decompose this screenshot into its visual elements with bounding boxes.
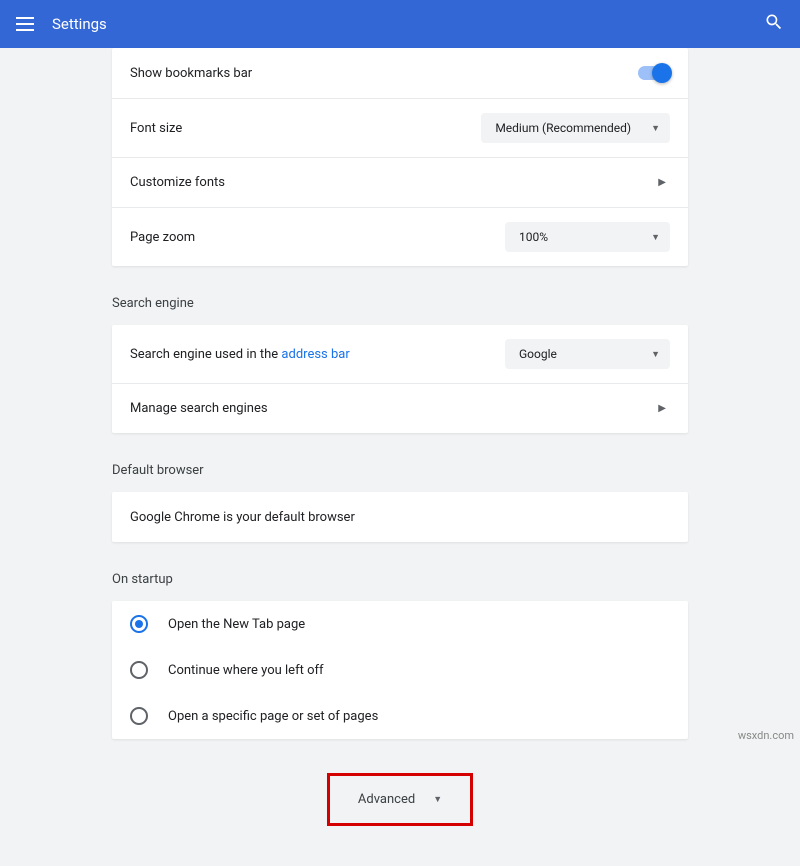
radio-icon[interactable] xyxy=(130,707,148,725)
default-browser-card: Google Chrome is your default browser xyxy=(112,492,688,542)
startup-opt2-label: Continue where you left off xyxy=(168,663,324,678)
startup-opt1-label: Open the New Tab page xyxy=(168,617,305,632)
font-size-value: Medium (Recommended) xyxy=(495,121,631,135)
startup-title: On startup xyxy=(112,572,688,587)
search-engine-card: Search engine used in the address bar Go… xyxy=(112,325,688,433)
startup-card: Open the New Tab page Continue where you… xyxy=(112,601,688,739)
advanced-container: Advanced ▼ xyxy=(112,773,688,826)
menu-icon[interactable] xyxy=(16,17,34,31)
search-icon[interactable] xyxy=(764,12,784,36)
startup-option-specific[interactable]: Open a specific page or set of pages xyxy=(112,693,688,739)
font-size-label: Font size xyxy=(130,121,182,136)
chevron-down-icon: ▼ xyxy=(651,232,660,243)
advanced-button[interactable]: Advanced ▼ xyxy=(327,773,473,826)
default-browser-title: Default browser xyxy=(112,463,688,478)
chevron-down-icon: ▼ xyxy=(651,349,660,360)
startup-option-newtab[interactable]: Open the New Tab page xyxy=(112,601,688,647)
page-zoom-label: Page zoom xyxy=(130,230,195,245)
customize-fonts-row[interactable]: Customize fonts ▶ xyxy=(112,157,688,207)
search-engine-row: Search engine used in the address bar Go… xyxy=(112,325,688,383)
page-zoom-row: Page zoom 100% ▼ xyxy=(112,207,688,266)
advanced-label: Advanced xyxy=(358,792,415,807)
page-zoom-value: 100% xyxy=(519,230,548,244)
search-engine-label: Search engine used in the address bar xyxy=(130,347,350,362)
address-bar-link[interactable]: address bar xyxy=(281,347,349,362)
chevron-down-icon: ▼ xyxy=(651,123,660,134)
radio-icon[interactable] xyxy=(130,661,148,679)
watermark: wsxdn.com xyxy=(738,729,794,742)
search-engine-title: Search engine xyxy=(112,296,688,311)
font-size-dropdown[interactable]: Medium (Recommended) ▼ xyxy=(481,113,670,143)
default-browser-row: Google Chrome is your default browser xyxy=(112,492,688,542)
default-browser-message: Google Chrome is your default browser xyxy=(130,510,355,525)
customize-fonts-label: Customize fonts xyxy=(130,175,225,190)
page-title: Settings xyxy=(52,15,107,33)
bookmarks-toggle[interactable] xyxy=(638,66,670,80)
chevron-right-icon: ▶ xyxy=(658,177,670,188)
chevron-down-icon: ▼ xyxy=(433,794,442,805)
header-left: Settings xyxy=(16,15,107,33)
manage-search-engines-row[interactable]: Manage search engines ▶ xyxy=(112,383,688,433)
app-header: Settings xyxy=(0,0,800,48)
radio-icon[interactable] xyxy=(130,615,148,633)
appearance-card: Show bookmarks bar Font size Medium (Rec… xyxy=(112,48,688,266)
startup-opt3-label: Open a specific page or set of pages xyxy=(168,709,378,724)
search-engine-dropdown[interactable]: Google ▼ xyxy=(505,339,670,369)
bookmarks-label: Show bookmarks bar xyxy=(130,66,252,81)
bookmarks-row: Show bookmarks bar xyxy=(112,48,688,98)
search-engine-value: Google xyxy=(519,347,557,361)
manage-search-engines-label: Manage search engines xyxy=(130,401,268,416)
font-size-row: Font size Medium (Recommended) ▼ xyxy=(112,98,688,157)
startup-option-continue[interactable]: Continue where you left off xyxy=(112,647,688,693)
chevron-right-icon: ▶ xyxy=(658,403,670,414)
page-zoom-dropdown[interactable]: 100% ▼ xyxy=(505,222,670,252)
content-area: Show bookmarks bar Font size Medium (Rec… xyxy=(0,48,800,866)
